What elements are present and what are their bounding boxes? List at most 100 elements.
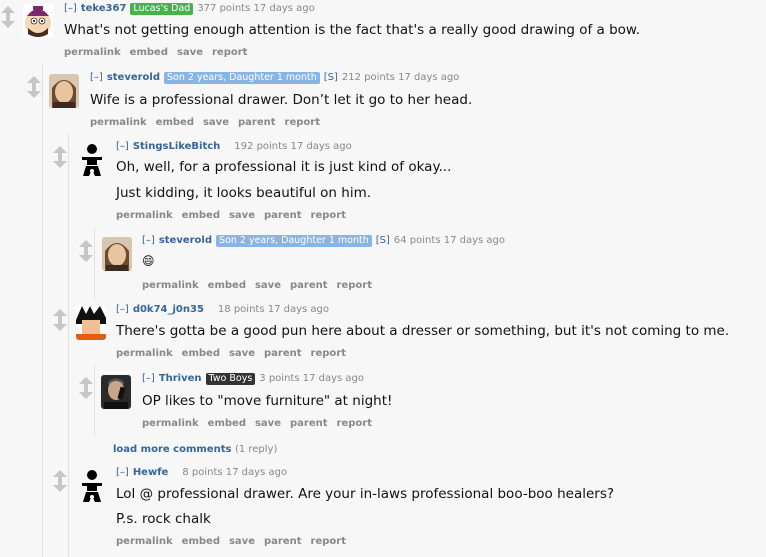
comment-tagline: [–] Thriven Two Boys 3 points 17 days ago — [142, 373, 364, 385]
collapse-toggle[interactable]: [–] — [142, 235, 155, 246]
submitter-tag: [S] — [375, 235, 390, 246]
reply-count: (1 reply) — [234, 444, 278, 455]
baby-icon — [77, 469, 107, 503]
comment-body: P.s. rock chalk — [116, 511, 211, 527]
user-flair: Son 2 years, Daughter 1 month — [216, 235, 372, 247]
score-time: 212 points 17 days ago — [341, 72, 460, 83]
comment-tagline: [–] StingsLikeBitch 192 points 17 days ago — [116, 141, 352, 152]
save-link[interactable]: save — [203, 117, 229, 128]
permalink-link[interactable]: permalink — [116, 210, 173, 221]
parent-link[interactable]: parent — [290, 280, 328, 291]
user-flair: Son 2 years, Daughter 1 month — [164, 72, 320, 84]
embed-link[interactable]: embed — [208, 280, 246, 291]
collapse-toggle[interactable]: [–] — [64, 3, 77, 14]
report-link[interactable]: report — [337, 280, 372, 291]
author-link[interactable]: StingsLikeBitch — [133, 141, 220, 152]
permalink-link[interactable]: permalink — [90, 117, 147, 128]
collapse-toggle[interactable]: [–] — [142, 373, 155, 384]
upvote-arrow-icon[interactable] — [53, 470, 67, 482]
embed-link[interactable]: embed — [182, 210, 220, 221]
user-flair: Two Boys — [205, 373, 256, 385]
report-link[interactable]: report — [311, 348, 346, 359]
upvote-arrow-icon[interactable] — [53, 146, 67, 158]
user-flair: Lucas's Dad — [130, 3, 194, 15]
downvote-arrow-icon[interactable] — [27, 86, 41, 98]
parent-link[interactable]: parent — [264, 348, 302, 359]
emoji-icon: 😄 — [142, 254, 155, 268]
comment-actions: permalink embed save parent report — [142, 280, 381, 291]
permalink-link[interactable]: permalink — [116, 348, 173, 359]
report-link[interactable]: report — [212, 47, 247, 58]
comment-body: Just kidding, it looks beautiful on him. — [116, 185, 372, 201]
collapse-toggle[interactable]: [–] — [116, 304, 129, 315]
author-link[interactable]: Thriven — [159, 373, 202, 384]
downvote-arrow-icon[interactable] — [79, 250, 93, 262]
comment-tagline: [–] steverold Son 2 years, Daughter 1 mont… — [90, 72, 459, 84]
save-link[interactable]: save — [177, 47, 203, 58]
save-link[interactable]: save — [255, 280, 281, 291]
comment-body: Lol @ professional drawer. Are your in-l… — [116, 486, 615, 502]
downvote-arrow-icon[interactable] — [79, 387, 93, 399]
score-time: 18 points 17 days ago — [217, 304, 329, 315]
upvote-arrow-icon[interactable] — [1, 6, 15, 18]
permalink-link[interactable]: permalink — [116, 536, 173, 547]
save-link[interactable]: save — [255, 418, 281, 429]
save-link[interactable]: save — [229, 348, 255, 359]
score-time: 64 points 17 days ago — [393, 235, 505, 246]
permalink-link[interactable]: permalink — [64, 47, 121, 58]
author-link[interactable]: teke367 — [81, 3, 127, 14]
downvote-arrow-icon[interactable] — [53, 480, 67, 492]
save-link[interactable]: save — [229, 536, 255, 547]
report-link[interactable]: report — [285, 117, 320, 128]
upvote-arrow-icon[interactable] — [79, 377, 93, 389]
collapse-toggle[interactable]: [–] — [116, 141, 129, 152]
downvote-arrow-icon[interactable] — [53, 319, 67, 331]
man-portrait-avatar — [102, 237, 132, 271]
thread-line — [42, 64, 43, 557]
parent-link[interactable]: parent — [238, 117, 276, 128]
downvote-arrow-icon[interactable] — [53, 156, 67, 168]
comment-tagline: [–] steverold Son 2 years, Daughter 1 mont… — [142, 235, 505, 247]
parent-link[interactable]: parent — [264, 210, 302, 221]
downvote-arrow-icon[interactable] — [1, 16, 15, 28]
south-park-avatar — [23, 4, 53, 38]
comment-actions: permalink embed save report — [64, 47, 256, 58]
collapse-toggle[interactable]: [–] — [116, 467, 129, 478]
comment-actions: permalink embed save parent report — [116, 536, 355, 547]
report-link[interactable]: report — [311, 210, 346, 221]
thread-line — [68, 134, 69, 557]
author-link[interactable]: d0k74_j0n35 — [133, 304, 204, 315]
score-time: 377 points 17 days ago — [197, 3, 315, 14]
embed-link[interactable]: embed — [208, 418, 246, 429]
report-link[interactable]: report — [311, 536, 346, 547]
upvote-arrow-icon[interactable] — [27, 76, 41, 88]
permalink-link[interactable]: permalink — [142, 280, 199, 291]
embed-link[interactable]: embed — [130, 47, 168, 58]
comment-body: OP likes to "move furniture" at night! — [142, 393, 393, 409]
score-time: 8 points 17 days ago — [182, 467, 288, 478]
comment-tagline: [–] teke367 Lucas's Dad 377 points 17 days … — [64, 3, 315, 15]
score-time: 3 points 17 days ago — [259, 373, 364, 384]
submitter-tag: [S] — [323, 72, 338, 83]
embed-link[interactable]: embed — [156, 117, 194, 128]
author-link[interactable]: steverold — [159, 235, 212, 246]
permalink-link[interactable]: permalink — [142, 418, 199, 429]
collapse-toggle[interactable]: [–] — [90, 72, 103, 83]
load-more-comments[interactable]: load more comments (1 reply) — [113, 444, 277, 455]
report-link[interactable]: report — [337, 418, 372, 429]
embed-link[interactable]: embed — [182, 348, 220, 359]
embed-link[interactable]: embed — [182, 536, 220, 547]
upvote-arrow-icon[interactable] — [53, 309, 67, 321]
score-time: 192 points 17 days ago — [234, 141, 352, 152]
author-link[interactable]: steverold — [107, 72, 160, 83]
upvote-arrow-icon[interactable] — [79, 240, 93, 252]
comment-tagline: [–] Hewfe 8 points 17 days ago — [116, 467, 287, 478]
parent-link[interactable]: parent — [290, 418, 328, 429]
save-link[interactable]: save — [229, 210, 255, 221]
parent-link[interactable]: parent — [264, 536, 302, 547]
author-link[interactable]: Hewfe — [133, 467, 169, 478]
load-more-label[interactable]: load more comments — [113, 444, 231, 455]
baby-icon — [77, 143, 107, 177]
thread-line — [94, 228, 95, 298]
anime-avatar — [76, 306, 106, 340]
